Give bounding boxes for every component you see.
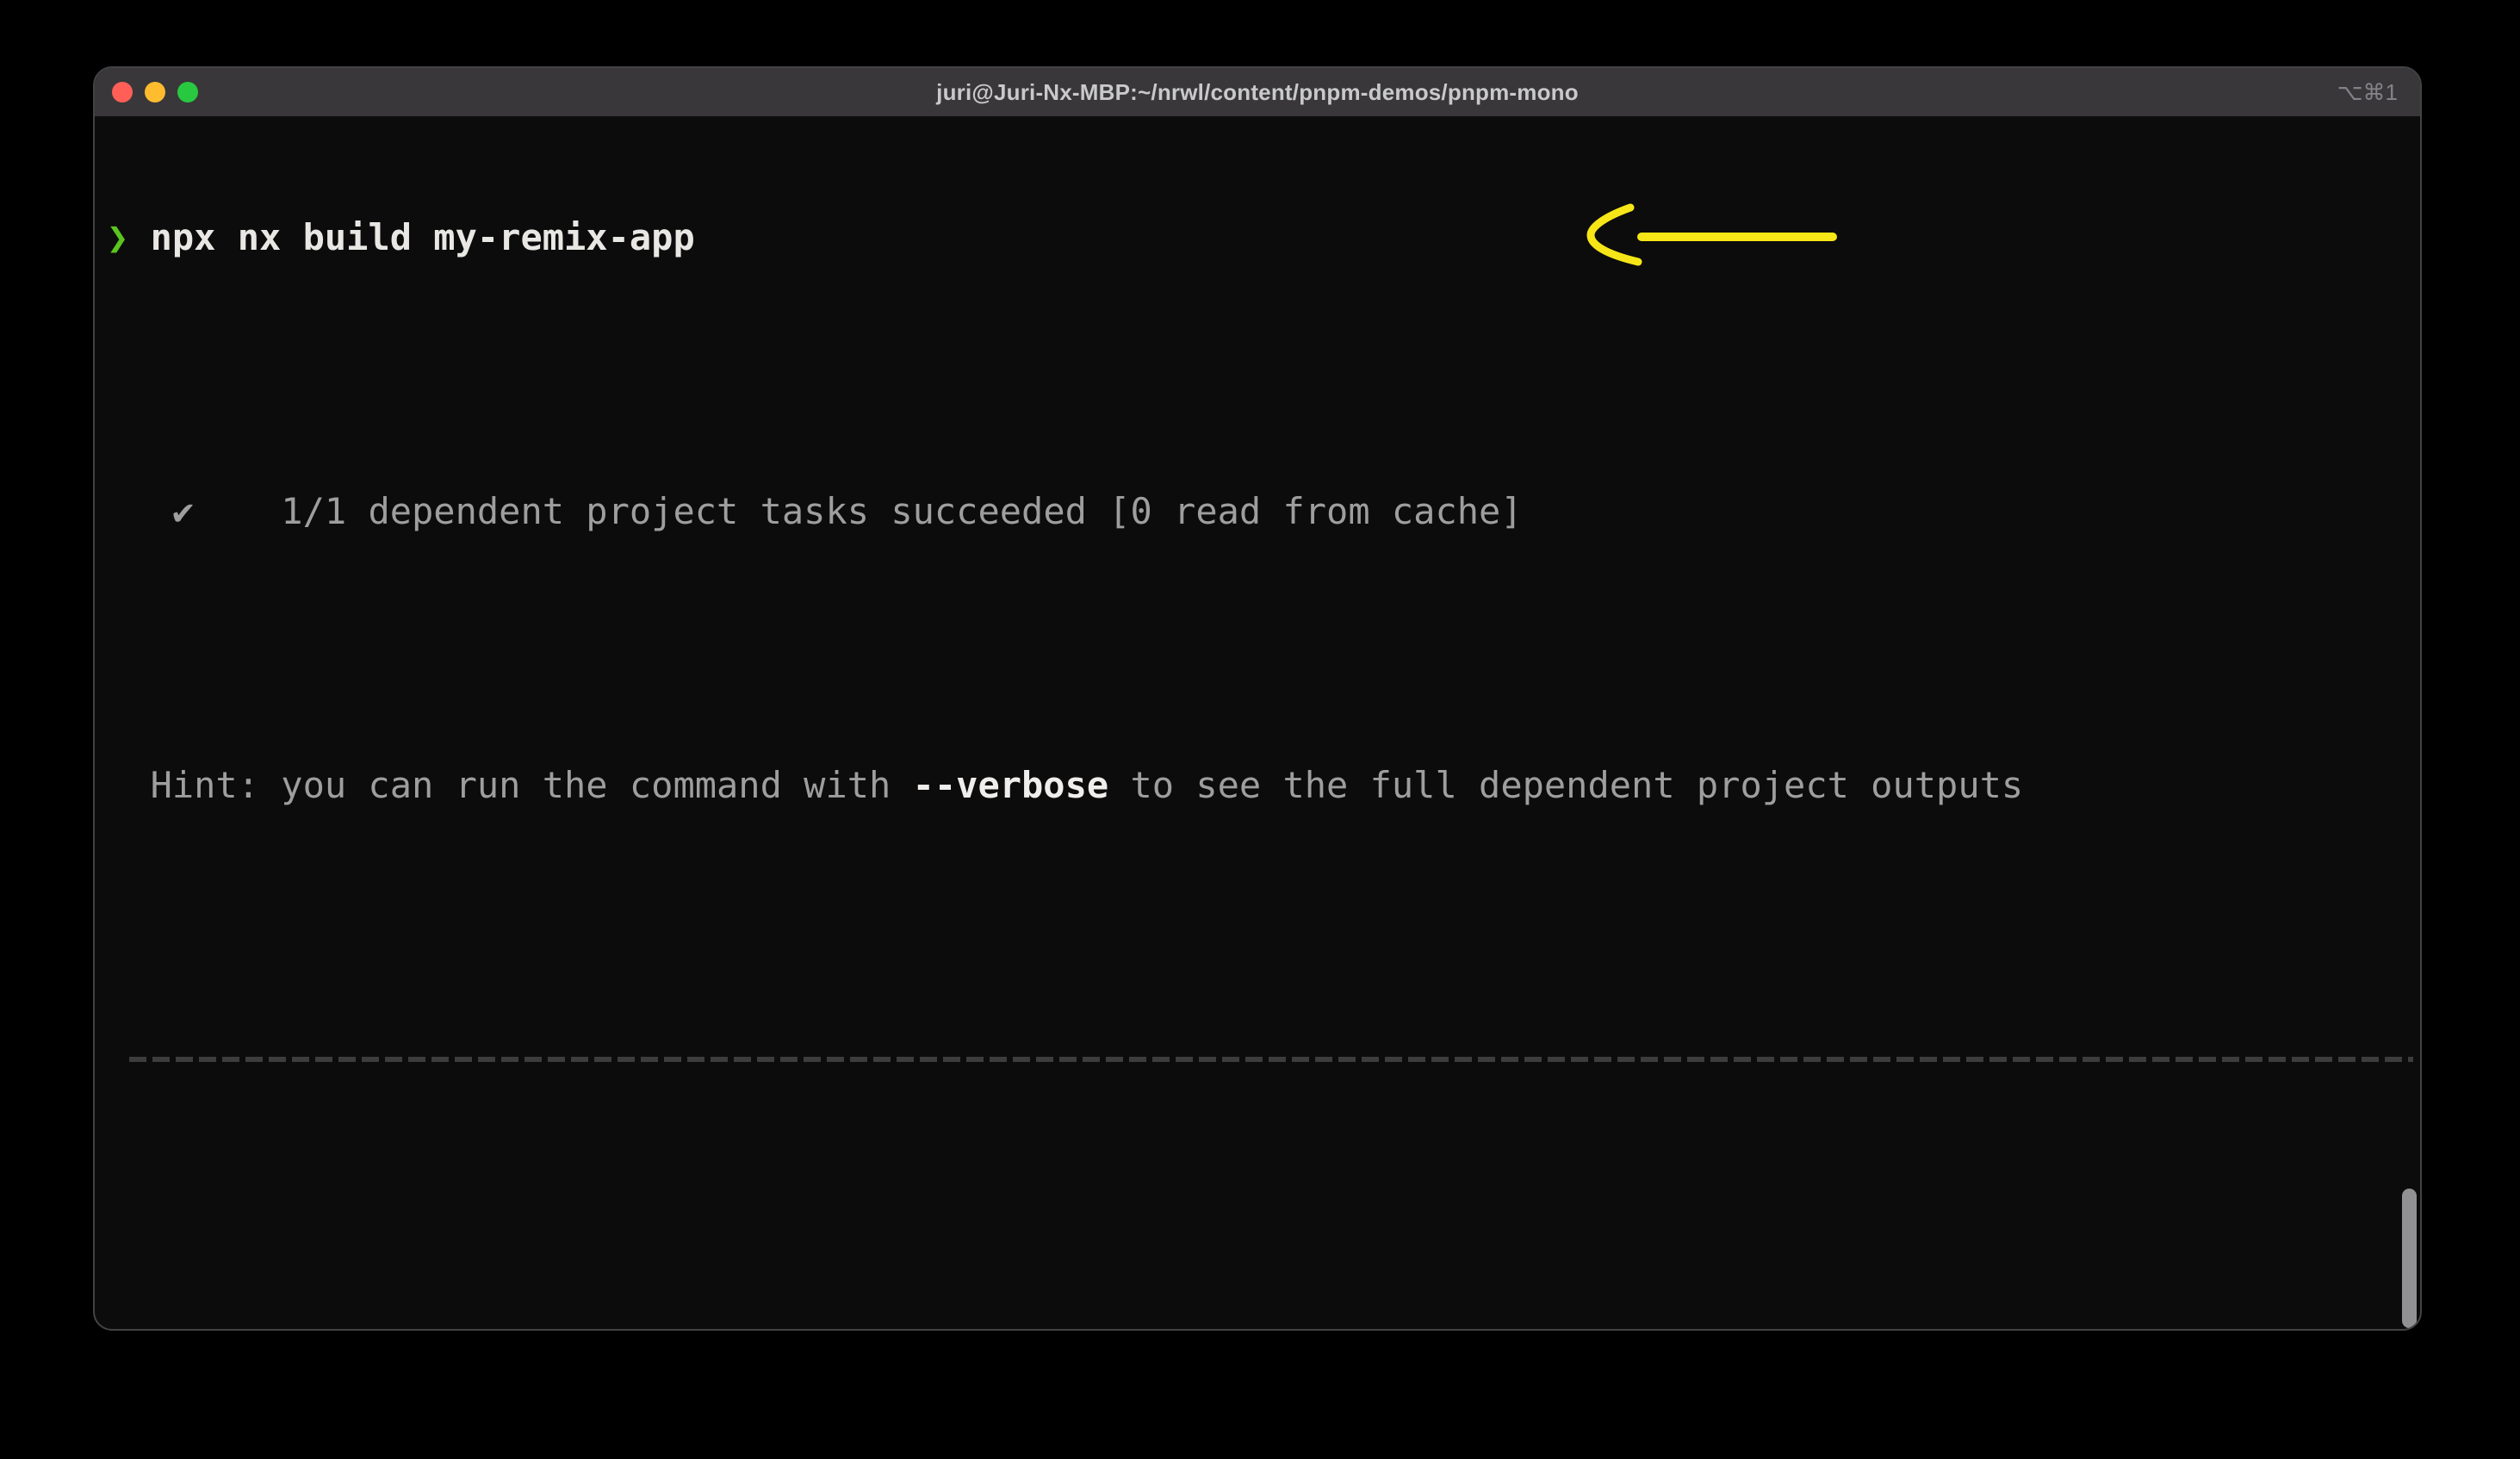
minimize-button[interactable]: [145, 82, 165, 102]
task-success-text: 1/1 dependent project tasks succeeded [0…: [194, 490, 1522, 532]
scrollbar-thumb[interactable]: [2402, 1189, 2417, 1328]
terminal-line-task-success: ✔ 1/1 dependent project tasks succeeded …: [107, 488, 2420, 534]
terminal-content[interactable]: ❯ npx nx build my-remix-app ✔ 1/1 depend…: [95, 116, 2420, 1331]
hint-flag: --verbose: [913, 764, 1109, 806]
command-text: npx nx build my-remix-app: [128, 216, 694, 258]
check-icon: ✔: [107, 490, 194, 532]
terminal-line-blank: [107, 625, 2420, 671]
zoom-button[interactable]: [177, 82, 198, 102]
terminal-line-blank: [107, 1194, 2420, 1239]
window-title: juri@Juri-Nx-MBP:~/nrwl/content/pnpm-dem…: [936, 79, 1579, 106]
tab-shortcut-badge: ⌥⌘1: [2337, 68, 2398, 116]
hint-suffix: to see the full dependent project output…: [1108, 764, 2023, 806]
terminal-window: juri@Juri-Nx-MBP:~/nrwl/content/pnpm-dem…: [93, 66, 2422, 1331]
terminal-line-blank: [107, 351, 2420, 397]
titlebar[interactable]: juri@Juri-Nx-MBP:~/nrwl/content/pnpm-dem…: [95, 68, 2420, 116]
close-button[interactable]: [112, 82, 133, 102]
hint-prefix: Hint: you can run the command with: [107, 764, 913, 806]
separator-line: [129, 1057, 2413, 1062]
terminal-line-command: ❯ npx nx build my-remix-app: [107, 214, 2420, 260]
prompt-chevron: ❯: [107, 216, 128, 258]
traffic-lights: [112, 68, 198, 116]
terminal-line-blank: [107, 899, 2420, 945]
terminal-line-hint: Hint: you can run the command with --ver…: [107, 762, 2420, 808]
separator-row: [107, 1057, 2420, 1102]
